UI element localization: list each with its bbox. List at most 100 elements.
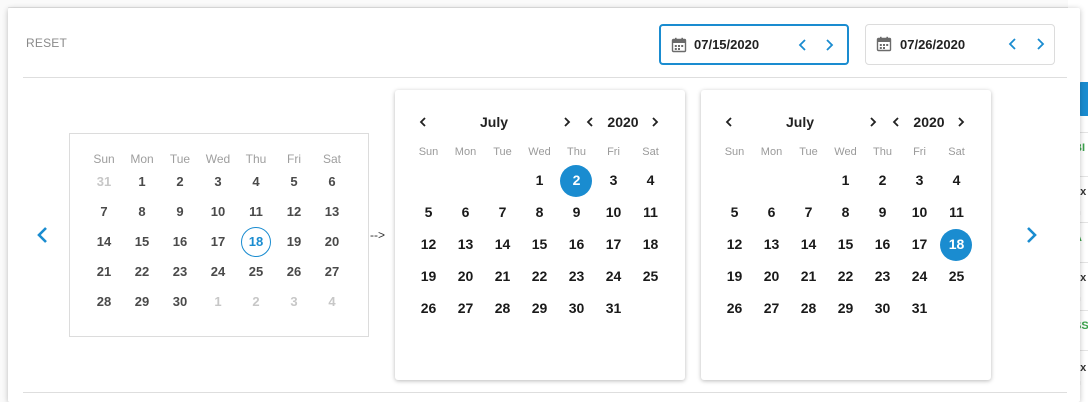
calendar-day[interactable]: 8 [827,200,864,232]
prev-month-chevron-icon[interactable] [415,112,431,132]
calendar-day[interactable]: 10 [595,200,632,232]
calendar-day[interactable]: 29 [521,296,558,328]
calendar-day[interactable]: 17 [901,232,938,264]
calendar-day[interactable]: 8 [521,200,558,232]
calendar-day[interactable]: 5 [716,200,753,232]
calendar-day-number: 21 [494,268,511,284]
calendar-day[interactable]: 21 [484,264,521,296]
calendar-day[interactable]: 23 [558,264,595,296]
calendar-day[interactable]: 23 [864,264,901,296]
calendar-day[interactable]: 11 [938,200,975,232]
calendar-day[interactable]: 1 [521,168,558,200]
calendar-day[interactable]: 26 [716,296,753,328]
selected-calendar-day[interactable]: 2 [558,165,595,200]
calendar-day[interactable]: 29 [827,296,864,328]
calendar-day-number: 31 [911,300,928,316]
previous-months-chevron-icon[interactable] [31,223,55,247]
calendar-day[interactable]: 11 [632,200,669,232]
calendar-day[interactable]: 27 [753,296,790,328]
next-year-chevron-icon[interactable] [953,112,969,132]
calendar-day[interactable]: 21 [790,264,827,296]
calendar-day[interactable]: 3 [595,168,632,200]
calendar-day-number: 2 [572,172,581,188]
calendar-day[interactable]: 28 [790,296,827,328]
next-months-chevron-icon[interactable] [1019,223,1043,247]
month-label[interactable]: July [459,114,529,130]
calendar-day-number: 13 [457,236,474,252]
calendar-day[interactable]: 16 [864,232,901,264]
year-label[interactable]: 2020 [907,114,951,130]
calendar-day[interactable]: 17 [595,232,632,264]
calendar-day[interactable]: 24 [595,264,632,296]
prev-month-chevron-icon[interactable] [721,112,737,132]
start-date-prev-chevron-icon[interactable] [793,35,813,55]
calendar-day[interactable]: 20 [447,264,484,296]
calendar-day[interactable]: 7 [484,200,521,232]
weekday-header: Sat [642,146,659,158]
calendar-day[interactable]: 10 [901,200,938,232]
calendar-day[interactable]: 25 [938,264,975,296]
calendar-day[interactable]: 30 [864,296,901,328]
year-label[interactable]: 2020 [601,114,645,130]
calendar-day-number: 15 [837,236,854,252]
calendar-day[interactable]: 9 [864,200,901,232]
calendar-day[interactable]: 25 [632,264,669,296]
weekday-header: Tue [799,146,818,158]
end-date-prev-chevron-icon[interactable] [1003,34,1023,54]
calendar-day[interactable]: 9 [558,200,595,232]
calendar-day[interactable]: 3 [901,168,938,200]
prev-year-chevron-icon[interactable] [582,112,598,132]
calendar-day[interactable]: 30 [558,296,595,328]
calendar-day[interactable]: 22 [521,264,558,296]
calendar-day[interactable]: 24 [901,264,938,296]
month-label[interactable]: July [765,114,835,130]
calendar-day[interactable]: 1 [827,168,864,200]
calendar-day[interactable]: 12 [716,232,753,264]
calendar-day[interactable]: 13 [753,232,790,264]
calendar-day[interactable]: 27 [447,296,484,328]
calendar-day[interactable]: 15 [827,232,864,264]
calendar-day[interactable]: 22 [827,264,864,296]
calendar-day[interactable]: 6 [447,200,484,232]
calendar-day[interactable]: 14 [484,232,521,264]
calendar-day[interactable]: 12 [410,232,447,264]
calendar-day[interactable]: 19 [410,264,447,296]
calendar-day[interactable]: 15 [521,232,558,264]
selected-calendar-day[interactable]: 18 [938,229,975,264]
calendar-day[interactable]: 16 [558,232,595,264]
start-date-field[interactable]: 07/15/2020 [659,24,849,65]
calendar-day-number: 30 [172,294,188,309]
end-date-value[interactable]: 07/26/2020 [900,37,965,52]
start-date-value[interactable]: 07/15/2020 [694,37,759,52]
next-month-chevron-icon[interactable] [865,112,881,132]
calendar-day[interactable]: 6 [753,200,790,232]
calendar-day[interactable]: 4 [632,168,669,200]
calendar-week-row: 26 27 28 29 30 31 [716,296,975,328]
calendar-day[interactable]: 7 [790,200,827,232]
calendar-day[interactable]: 5 [410,200,447,232]
calendar-day[interactable]: 14 [790,232,827,264]
calendar-day[interactable]: 13 [447,232,484,264]
calendar-day-number: 12 [286,204,302,219]
calendar-day-number: 5 [290,174,298,189]
calendar-day[interactable]: 2 [864,168,901,200]
calendar-day[interactable]: 4 [938,168,975,200]
prev-year-chevron-icon[interactable] [888,112,904,132]
calendar-day-number: 30 [874,300,891,316]
calendar-day[interactable]: 28 [484,296,521,328]
calendar-day[interactable]: 26 [410,296,447,328]
calendar-day: 23 [161,262,199,292]
next-year-chevron-icon[interactable] [647,112,663,132]
next-month-chevron-icon[interactable] [559,112,575,132]
weekday-header: Mon [454,146,477,158]
calendar-week-row: 5 6 7 8 9 10 11 [410,200,669,232]
calendar-day[interactable]: 31 [901,296,938,328]
calendar-day[interactable]: 20 [753,264,790,296]
reset-button[interactable]: RESET [26,36,67,50]
calendar-day[interactable]: 19 [716,264,753,296]
end-date-next-chevron-icon[interactable] [1030,34,1050,54]
start-date-next-chevron-icon[interactable] [819,35,839,55]
end-date-field[interactable]: 07/26/2020 [865,24,1055,65]
calendar-day[interactable]: 18 [632,232,669,264]
calendar-day[interactable]: 31 [595,296,632,328]
